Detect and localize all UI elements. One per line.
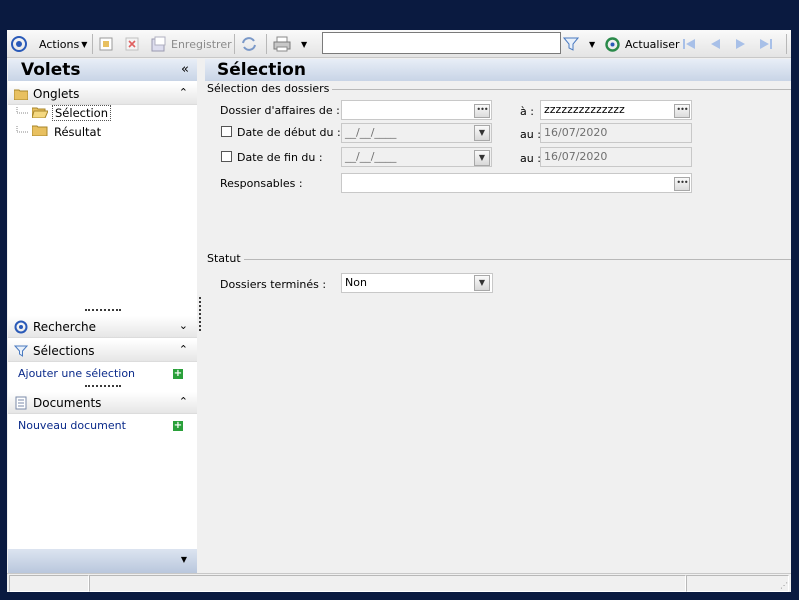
- date-picker-button[interactable]: ▼: [474, 150, 490, 166]
- chevron-up-icon[interactable]: ⌃: [179, 395, 188, 408]
- refresh-label: Actualiser: [625, 37, 680, 51]
- new-document-link[interactable]: Nouveau document: [18, 419, 126, 432]
- date-fin-to-input[interactable]: 16/07/2020: [540, 147, 692, 167]
- au-label: au :: [520, 152, 541, 165]
- section-selections-label: Sélections: [33, 343, 95, 358]
- date-debut-label: Date de début du :: [237, 126, 341, 139]
- page-title: Sélection: [217, 60, 306, 80]
- section-recherche-label: Recherche: [33, 319, 97, 334]
- document-icon: [13, 396, 29, 410]
- tree-connector-icon: [16, 125, 28, 132]
- new-icon[interactable]: [99, 30, 113, 58]
- status-cell: [89, 575, 686, 592]
- filter-icon: [13, 344, 29, 358]
- sync-icon[interactable]: [240, 30, 258, 58]
- collapse-panel-icon[interactable]: «: [181, 62, 189, 77]
- date-fin-from-input[interactable]: __/__/____: [341, 147, 492, 167]
- section-onglets-label: Onglets: [33, 86, 80, 101]
- target-icon: [13, 320, 29, 334]
- browse-button[interactable]: •••: [674, 177, 690, 191]
- save-label: Enregistrer: [171, 37, 232, 51]
- delete-icon[interactable]: [125, 30, 139, 58]
- left-panel-title: Volets: [21, 60, 81, 80]
- tree-item-resultat[interactable]: Résultat: [16, 124, 101, 139]
- save-button[interactable]: Enregistrer: [151, 30, 232, 58]
- section-recherche[interactable]: Recherche ⌄: [8, 316, 197, 338]
- add-selection-link[interactable]: Ajouter une sélection: [18, 367, 135, 380]
- date-fin-checkbox[interactable]: [221, 151, 232, 162]
- left-panel: Volets « Onglets ⌃ Sélection Résultat Re…: [8, 59, 197, 574]
- toolbar: Actions ▼ Enregistrer ▼ ▼ Actualiser: [7, 30, 791, 58]
- app-menu-icon[interactable]: [10, 30, 28, 58]
- chevron-down-icon: ▼: [81, 39, 88, 49]
- chevron-up-icon[interactable]: ⌃: [179, 86, 188, 99]
- add-icon[interactable]: +: [173, 421, 183, 431]
- add-icon[interactable]: +: [173, 369, 183, 379]
- status-cell: [9, 575, 89, 592]
- group-statut-label: Statut: [207, 252, 244, 265]
- tree-item-selection-label: Sélection: [52, 105, 111, 121]
- au-label: au :: [520, 128, 541, 141]
- resize-grip-icon[interactable]: ⋰: [780, 581, 788, 590]
- tree-item-resultat-label: Résultat: [54, 124, 102, 139]
- dossiers-termines-select[interactable]: Non: [341, 273, 493, 293]
- search-field[interactable]: [322, 32, 561, 54]
- actions-menu[interactable]: Actions ▼: [39, 30, 87, 58]
- next-record-icon[interactable]: [733, 30, 749, 58]
- dropdown-button[interactable]: ▼: [474, 275, 490, 291]
- vertical-splitter[interactable]: [199, 297, 201, 331]
- section-documents-label: Documents: [33, 395, 102, 410]
- search-input[interactable]: [323, 33, 560, 53]
- date-debut-to-input[interactable]: 16/07/2020: [540, 123, 692, 143]
- filter-icon[interactable]: [563, 30, 579, 58]
- section-documents[interactable]: Documents ⌃: [8, 392, 197, 414]
- save-icon: [151, 36, 166, 52]
- dossiers-termines-label: Dossiers terminés :: [220, 278, 327, 291]
- first-record-icon[interactable]: [681, 30, 697, 58]
- folder-icon: [13, 87, 29, 101]
- print-icon[interactable]: [273, 30, 291, 58]
- left-panel-header: Volets «: [8, 59, 197, 81]
- open-folder-icon: [31, 106, 49, 121]
- date-debut-checkbox[interactable]: [221, 126, 232, 137]
- dossier-label: Dossier d'affaires de :: [220, 104, 340, 117]
- previous-record-icon[interactable]: [707, 30, 723, 58]
- status-bar: ⋰: [7, 573, 791, 592]
- last-record-icon[interactable]: [758, 30, 774, 58]
- tree-connector-icon: [16, 107, 28, 114]
- left-panel-footer: ▼: [8, 549, 197, 574]
- main-header: Sélection: [205, 59, 791, 81]
- actions-label: Actions: [39, 37, 80, 51]
- dossier-to-input[interactable]: zzzzzzzzzzzzzz: [540, 100, 692, 120]
- browse-button[interactable]: •••: [474, 104, 490, 118]
- section-selections[interactable]: Sélections ⌃: [8, 340, 197, 362]
- responsables-label: Responsables :: [220, 177, 303, 190]
- responsables-input[interactable]: [341, 173, 692, 193]
- tree-item-selection[interactable]: Sélection: [16, 105, 111, 121]
- date-debut-from-input[interactable]: __/__/____: [341, 123, 492, 143]
- group-separator: [207, 259, 791, 260]
- refresh-icon: [605, 36, 620, 52]
- folder-icon: [31, 124, 48, 139]
- filter-dropdown-icon[interactable]: ▼: [589, 30, 595, 58]
- chevron-up-icon[interactable]: ⌃: [179, 343, 188, 356]
- print-dropdown-icon[interactable]: ▼: [301, 30, 307, 58]
- date-fin-label: Date de fin du :: [237, 151, 323, 164]
- section-onglets[interactable]: Onglets ⌃: [8, 83, 197, 105]
- refresh-button[interactable]: Actualiser: [604, 30, 680, 58]
- browse-button[interactable]: •••: [674, 104, 690, 118]
- chevron-down-icon[interactable]: ▼: [181, 555, 187, 564]
- date-picker-button[interactable]: ▼: [474, 125, 490, 141]
- status-cell: [686, 575, 789, 592]
- splitter-grip[interactable]: [85, 385, 121, 388]
- dossier-from-input[interactable]: [341, 100, 492, 120]
- group-selection-dossiers-label: Sélection des dossiers: [207, 82, 333, 95]
- splitter-grip[interactable]: [85, 309, 121, 312]
- expand-icon[interactable]: ⌄: [179, 319, 188, 332]
- a-label: à :: [520, 105, 534, 118]
